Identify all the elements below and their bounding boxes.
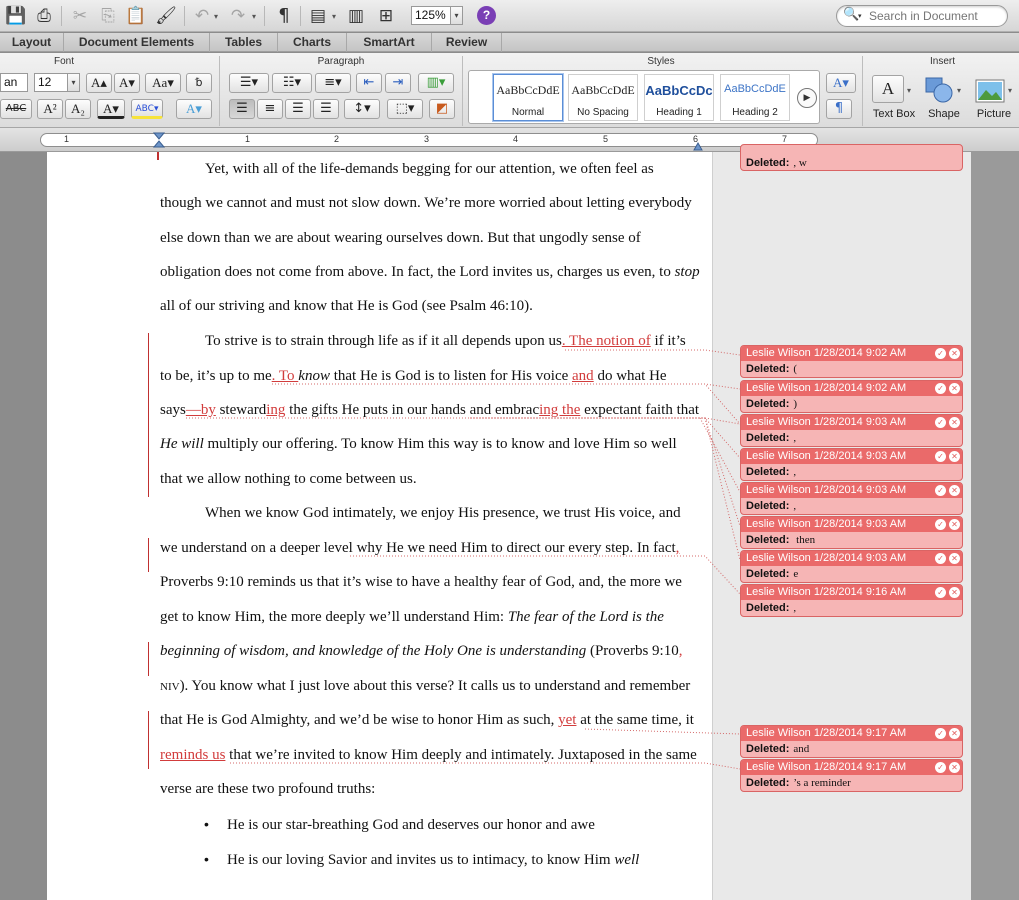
balloon-label: Deleted: [746, 363, 790, 375]
balloon-body: Deleted:, w [746, 157, 807, 169]
leader-line [565, 349, 741, 356]
leader-line [584, 728, 741, 735]
reject-change-icon[interactable]: ✕ [949, 728, 960, 739]
leader-line [704, 417, 741, 527]
accept-change-icon[interactable]: ✓ [935, 728, 946, 739]
reject-change-icon[interactable]: ✕ [949, 553, 960, 564]
balloon-body: Deleted:, [746, 466, 796, 478]
balloon-label: Deleted: [746, 534, 790, 546]
deletion-balloon[interactable]: Leslie Wilson 1/28/2014 9:17 AM ✓ ✕ Dele… [740, 725, 963, 758]
deletion-balloon[interactable]: Leslie Wilson 1/28/2014 9:16 AM ✓ ✕ Dele… [740, 584, 963, 617]
leader-line [704, 417, 741, 561]
balloon-header: Leslie Wilson 1/28/2014 9:17 AM [741, 760, 962, 775]
balloon-value: ( [793, 363, 798, 375]
balloon-label: Deleted: [746, 432, 790, 444]
leader-line [350, 555, 741, 595]
accept-change-icon[interactable]: ✓ [935, 485, 946, 496]
accept-change-icon[interactable]: ✓ [935, 762, 946, 773]
balloon-body: Deleted: then [746, 534, 815, 546]
balloon-header: Leslie Wilson 1/28/2014 9:03 AM [741, 415, 962, 430]
balloon-body: Deleted: e [746, 568, 798, 580]
accept-change-icon[interactable]: ✓ [935, 383, 946, 394]
leader-line [699, 417, 741, 493]
reject-change-icon[interactable]: ✕ [949, 587, 960, 598]
balloon-label: Deleted: [746, 568, 790, 580]
balloon-label: Deleted: [746, 466, 790, 478]
balloon-body: Deleted:) [746, 398, 797, 410]
balloon-value: e [793, 568, 799, 580]
balloon-body: Deleted:’s a reminder [746, 777, 851, 789]
balloon-body: Deleted: and [746, 743, 809, 755]
reject-change-icon[interactable]: ✕ [949, 485, 960, 496]
reject-change-icon[interactable]: ✕ [949, 519, 960, 530]
balloon-label: Deleted: [746, 777, 790, 789]
balloon-value: and [793, 743, 810, 755]
leader-line [230, 762, 741, 770]
balloon-value: , [793, 500, 797, 512]
balloon-value: ) [793, 398, 798, 410]
balloon-header: Leslie Wilson 1/28/2014 9:03 AM [741, 449, 962, 464]
deletion-balloon[interactable]: Leslie Wilson 1/28/2014 9:03 AM ✓ ✕ Dele… [740, 482, 963, 515]
balloon-header: Leslie Wilson 1/28/2014 9:03 AM [741, 551, 962, 566]
leader-line [470, 417, 741, 459]
balloon-body: Deleted:, [746, 432, 796, 444]
reject-change-icon[interactable]: ✕ [949, 762, 960, 773]
deletion-balloon[interactable]: Leslie Wilson 1/28/2014 9:03 AM ✓ ✕ Dele… [740, 414, 963, 447]
deletion-balloon[interactable]: Leslie Wilson 1/28/2014 9:17 AM ✓ ✕ Dele… [740, 759, 963, 792]
balloon-header: Leslie Wilson 1/28/2014 9:02 AM [741, 346, 962, 361]
deletion-balloon[interactable]: Leslie Wilson 1/28/2014 9:02 AM ✓ ✕ Dele… [740, 345, 963, 378]
leader-line [272, 383, 741, 390]
accept-change-icon[interactable]: ✓ [935, 553, 946, 564]
deletion-balloon[interactable]: Leslie Wilson 1/28/2014 9:02 AM ✓ ✕ Dele… [740, 380, 963, 413]
balloon-header: Leslie Wilson 1/28/2014 9:02 AM [741, 381, 962, 396]
deletion-balloon[interactable]: Leslie Wilson 1/28/2014 9:03 AM ✓ ✕ Dele… [740, 516, 963, 549]
reject-change-icon[interactable]: ✕ [949, 348, 960, 359]
balloon-body: Deleted:( [746, 363, 797, 375]
accept-change-icon[interactable]: ✓ [935, 519, 946, 530]
reject-change-icon[interactable]: ✕ [949, 451, 960, 462]
balloon-label: Deleted: [746, 602, 790, 614]
balloon-body: Deleted:, [746, 602, 796, 614]
deletion-balloon[interactable]: Leslie Wilson 1/28/2014 9:03 AM ✓ ✕ Dele… [740, 448, 963, 481]
deletion-balloon[interactable]: Leslie Wilson 1/28/2014 9:03 AM ✓ ✕ Dele… [740, 550, 963, 583]
leader-line [186, 417, 741, 425]
balloon-header: Leslie Wilson 1/28/2014 9:03 AM [741, 483, 962, 498]
balloon-label: Deleted: [746, 398, 790, 410]
accept-change-icon[interactable]: ✓ [935, 451, 946, 462]
reject-change-icon[interactable]: ✕ [949, 383, 960, 394]
balloon-value: , [793, 432, 797, 444]
balloon-header: Leslie Wilson 1/28/2014 9:17 AM [741, 726, 962, 741]
balloon-value: ’s a reminder [793, 777, 851, 789]
balloon-body: Deleted:, [746, 500, 796, 512]
balloon-label: Deleted: [746, 743, 790, 755]
balloon-value: , w [793, 157, 807, 169]
balloon-label: Deleted: [746, 500, 790, 512]
balloon-header: Leslie Wilson 1/28/2014 9:03 AM [741, 517, 962, 532]
deletion-balloon[interactable]: Deleted:, w [740, 144, 963, 171]
reject-change-icon[interactable]: ✕ [949, 417, 960, 428]
accept-change-icon[interactable]: ✓ [935, 348, 946, 359]
balloon-value: , [793, 602, 797, 614]
accept-change-icon[interactable]: ✓ [935, 417, 946, 428]
balloon-label: Deleted: [746, 157, 790, 169]
balloon-value: then [793, 534, 816, 546]
accept-change-icon[interactable]: ✓ [935, 587, 946, 598]
balloon-value: , [793, 466, 797, 478]
balloon-header: Leslie Wilson 1/28/2014 9:16 AM [741, 585, 962, 600]
